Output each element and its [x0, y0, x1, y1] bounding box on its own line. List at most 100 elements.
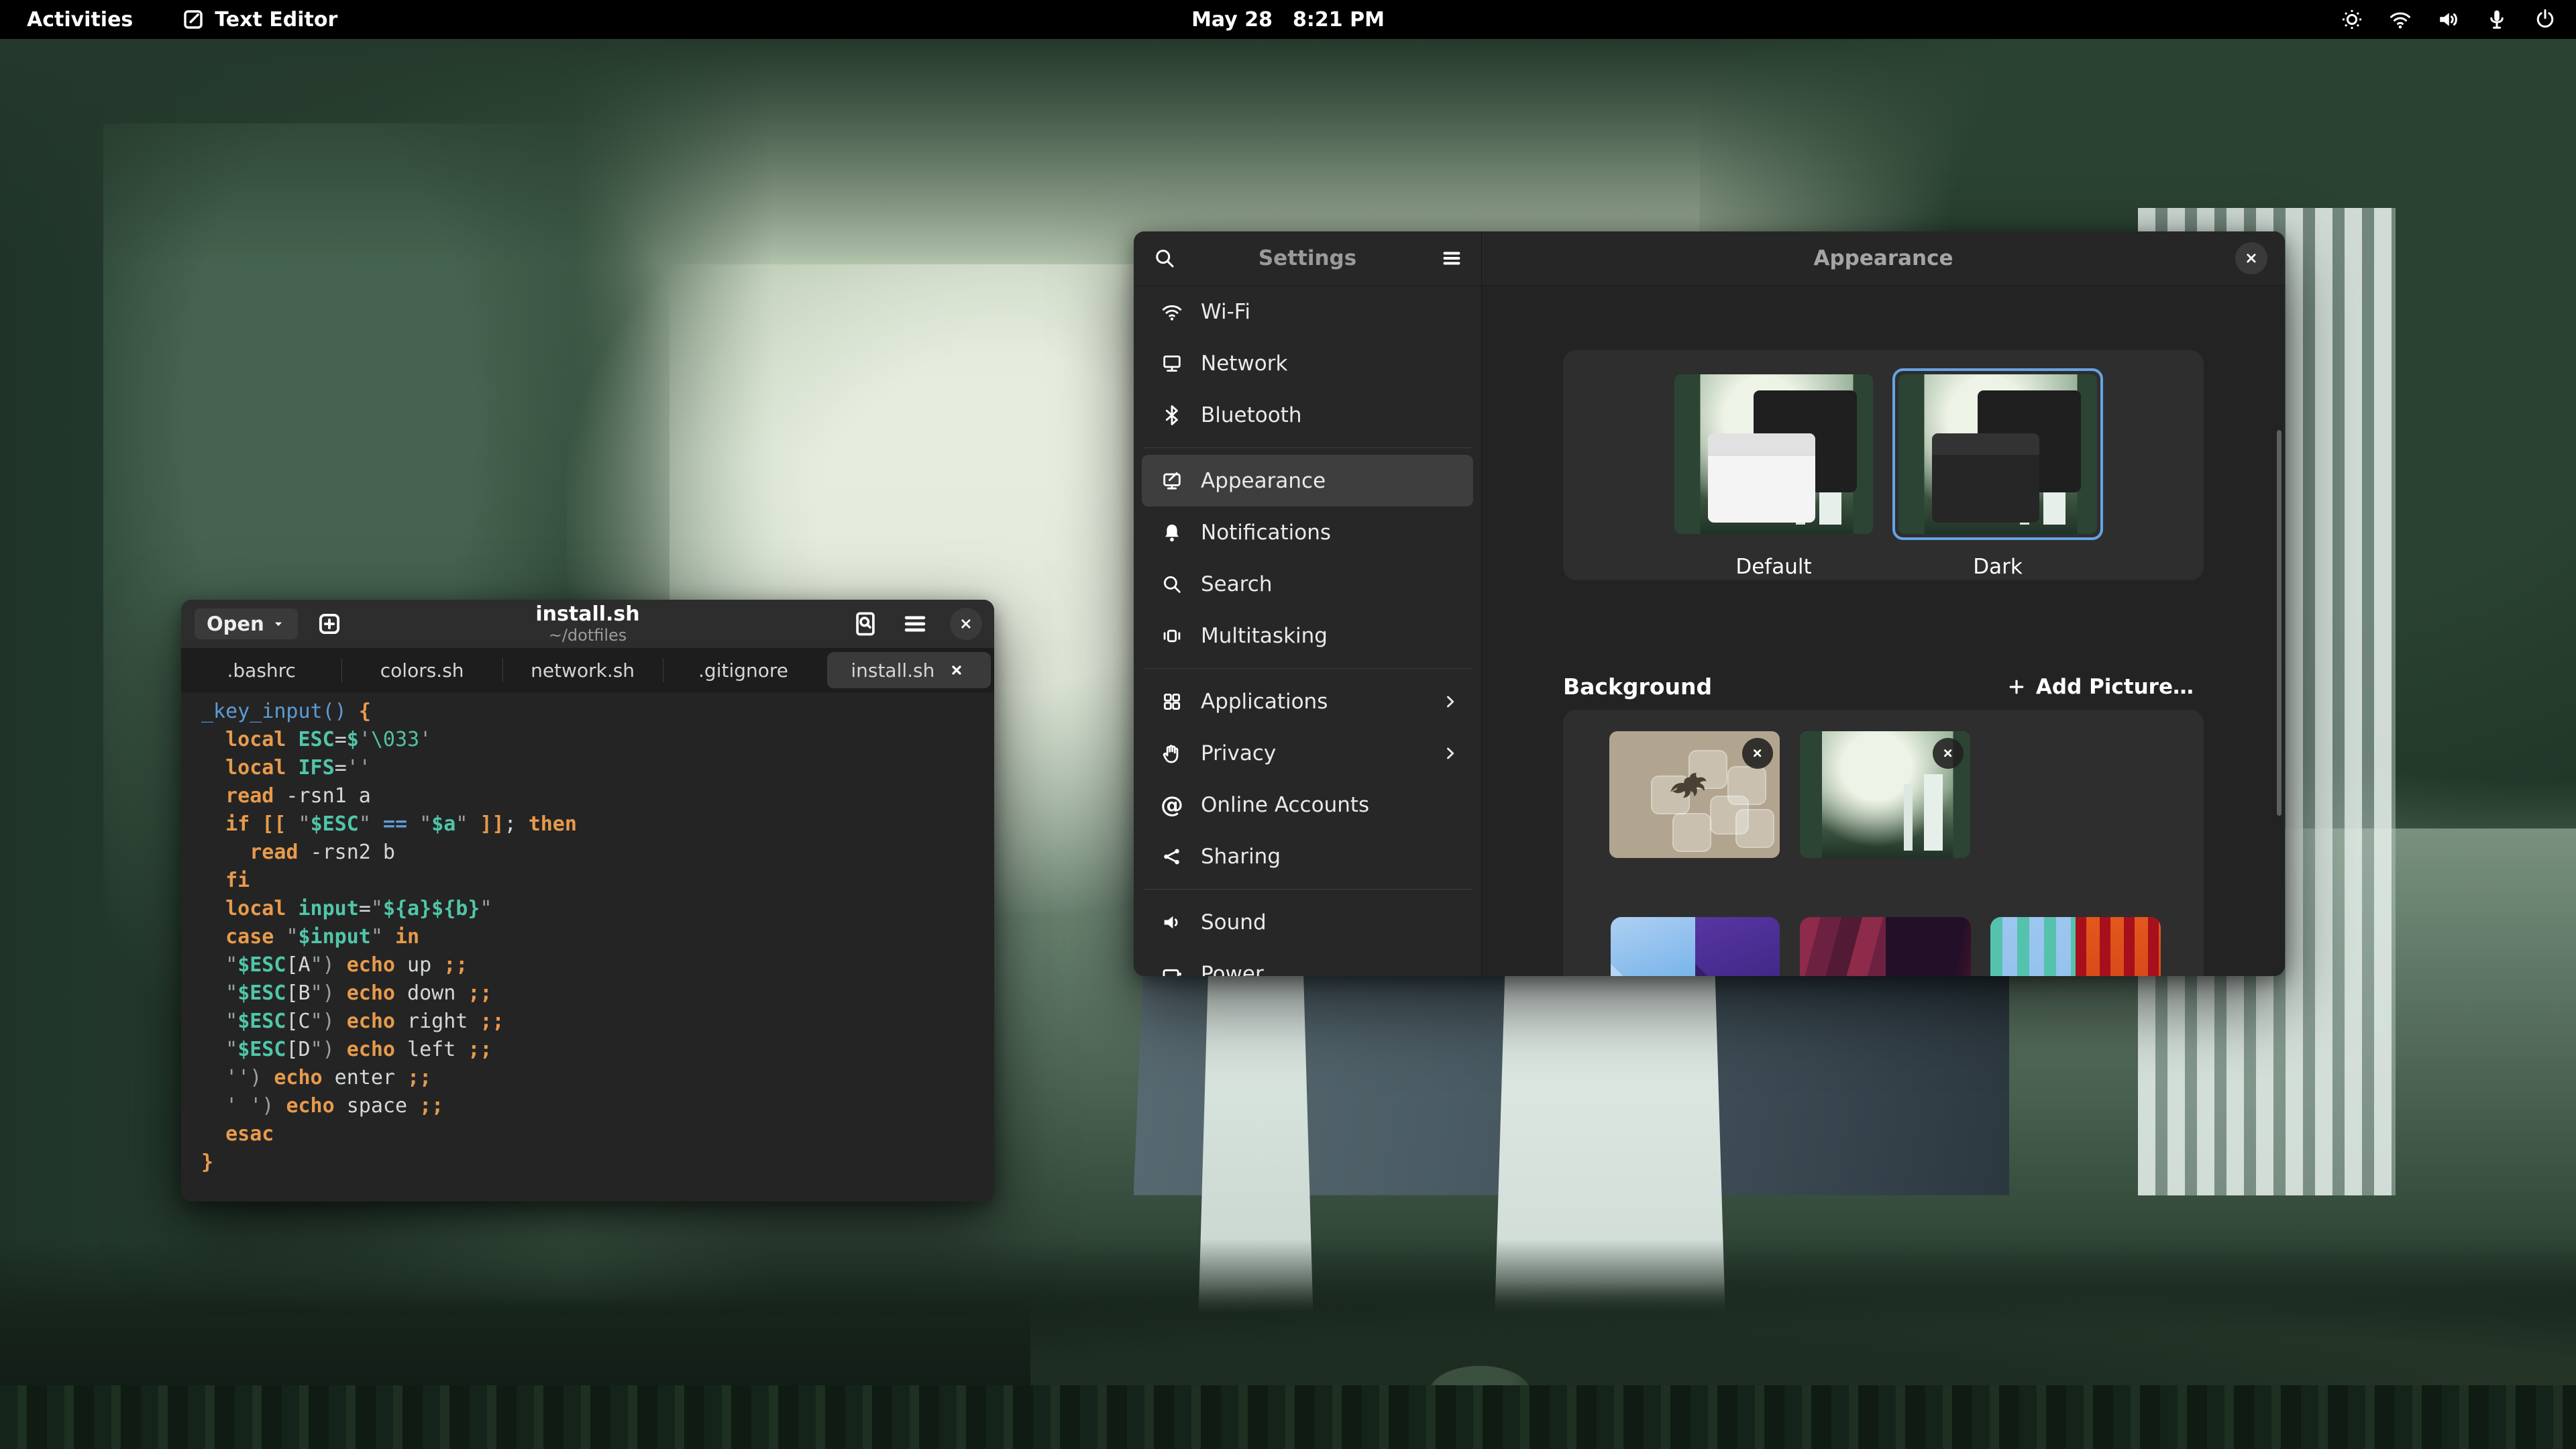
- style-option-dark[interactable]: Dark: [1892, 368, 2103, 579]
- settings-close-button[interactable]: [2235, 242, 2267, 274]
- tab-label: colors.sh: [380, 659, 464, 682]
- background-thumbnail-forest-waterfall[interactable]: [1800, 731, 1970, 858]
- document-path: ~/dotfiles: [535, 626, 639, 645]
- microphone-icon[interactable]: [2485, 7, 2509, 32]
- sidebar-item-sound[interactable]: Sound: [1142, 896, 1473, 948]
- desktop: Activities Text Editor May 28 8:21 PM Op…: [0, 0, 2576, 1449]
- edit-icon: [181, 7, 205, 32]
- sidebar-item-sharing[interactable]: Sharing: [1142, 830, 1473, 882]
- background-card: [1563, 710, 2204, 976]
- clock-time: 8:21 PM: [1293, 8, 1385, 32]
- settings-title: Settings: [1258, 246, 1356, 270]
- code-line: '') echo enter ;;: [201, 1064, 994, 1092]
- sidebar-item-power[interactable]: Power: [1142, 948, 1473, 976]
- open-button-label: Open: [207, 612, 264, 635]
- code-editor[interactable]: _key_input() { local ESC=$'\033' local I…: [181, 692, 994, 1201]
- code-line: ' ') echo space ;;: [201, 1092, 994, 1120]
- focused-app-label: Text Editor: [215, 8, 337, 32]
- close-icon: [950, 608, 982, 640]
- tab-close-icon[interactable]: [947, 660, 967, 680]
- code-line: fi: [201, 867, 994, 895]
- editor-tab-colors-sh[interactable]: colors.sh: [341, 649, 502, 692]
- background-thumbnail-blue-purple-geometric[interactable]: [1611, 917, 1780, 976]
- background-thumbnail-tiles-dragon[interactable]: [1609, 731, 1780, 858]
- sidebar-item-online-accounts[interactable]: @Online Accounts: [1142, 779, 1473, 830]
- style-thumbnail-default[interactable]: [1668, 368, 1879, 540]
- power-symbol-icon[interactable]: [2533, 7, 2557, 32]
- code-line: "$ESC[D") echo left ;;: [201, 1036, 994, 1064]
- sidebar-item-label: Wi-Fi: [1201, 300, 1250, 324]
- editor-close-button[interactable]: [950, 608, 982, 640]
- sidebar-item-label: Sharing: [1201, 845, 1281, 869]
- remove-background-button[interactable]: [1742, 738, 1773, 769]
- focused-app-button[interactable]: Text Editor: [172, 6, 347, 33]
- remove-background-button[interactable]: [1933, 738, 1964, 769]
- sidebar-item-bluetooth[interactable]: Bluetooth: [1142, 389, 1473, 441]
- primary-menu-icon[interactable]: [1440, 246, 1464, 270]
- sidebar-separator: [1143, 447, 1472, 448]
- bluetooth-icon: [1161, 404, 1183, 427]
- style-option-default[interactable]: Default: [1668, 368, 1879, 579]
- tab-label: .gitignore: [698, 659, 788, 682]
- panel-content: Style DefaultDark Background Add Picture…: [1482, 286, 2285, 976]
- code-line: local input="${a}${b}": [201, 895, 994, 923]
- sidebar-item-label: Appearance: [1201, 469, 1326, 493]
- sidebar-item-wi-fi[interactable]: Wi-Fi: [1142, 286, 1473, 337]
- network-icon: [1161, 352, 1183, 375]
- new-tab-button[interactable]: [315, 610, 343, 638]
- add-picture-button[interactable]: Add Picture…: [1997, 669, 2203, 704]
- wifi-icon[interactable]: [2388, 7, 2412, 32]
- editor-tab-bashrc[interactable]: .bashrc: [181, 649, 341, 692]
- editor-tab-bar: .bashrc colors.sh network.sh .gitignore inst…: [181, 649, 994, 692]
- style-thumbnail-dark[interactable]: [1892, 368, 2103, 540]
- sidebar-item-privacy[interactable]: Privacy: [1142, 727, 1473, 779]
- code-line: "$ESC[B") echo down ;;: [201, 979, 994, 1008]
- code-line: "$ESC[C") echo right ;;: [201, 1008, 994, 1036]
- wifi-icon: [1161, 301, 1183, 323]
- activities-label: Activities: [27, 8, 133, 32]
- sidebar-item-label: Bluetooth: [1201, 403, 1302, 427]
- sidebar-item-notifications[interactable]: Notifications: [1142, 506, 1473, 558]
- sidebar-item-appearance[interactable]: Appearance: [1142, 455, 1473, 506]
- privacy-icon: [1161, 742, 1183, 765]
- system-tray[interactable]: [2340, 7, 2557, 32]
- clock-date: May 28: [1191, 8, 1273, 32]
- settings-window: Settings Wi-Fi Network Bluetooth Appearance…: [1134, 231, 2285, 976]
- editor-tab-network-sh[interactable]: network.sh: [502, 649, 663, 692]
- sidebar-item-applications[interactable]: Applications: [1142, 676, 1473, 727]
- sidebar-headerbar: Settings: [1134, 231, 1481, 286]
- brightness-icon[interactable]: [2340, 7, 2364, 32]
- background-thumbnail-blue-orange-drips[interactable]: [1990, 917, 2161, 976]
- sidebar-separator: [1143, 668, 1472, 669]
- code-line: read -rsn1 a: [201, 782, 994, 810]
- sidebar-item-label: Search: [1201, 572, 1273, 596]
- background-heading: Background: [1563, 674, 1712, 700]
- menu-icon[interactable]: [900, 609, 930, 639]
- document-title: install.sh: [535, 603, 639, 627]
- sidebar-item-multitasking[interactable]: Multitasking: [1142, 610, 1473, 661]
- sidebar-item-label: Power: [1201, 962, 1264, 977]
- sidebar-item-search[interactable]: Search: [1142, 558, 1473, 610]
- style-option-label: Default: [1668, 555, 1879, 579]
- panel-scrollbar[interactable]: [2277, 430, 2282, 816]
- clock-button[interactable]: May 28 8:21 PM: [1191, 8, 1385, 32]
- open-button[interactable]: Open: [195, 608, 298, 639]
- background-thumbnail-maroon-red-waves[interactable]: [1800, 917, 1971, 976]
- code-line: if [[ "$ESC" == "$a" ]]; then: [201, 810, 994, 839]
- document-search-icon[interactable]: [851, 609, 880, 639]
- volume-icon[interactable]: [2436, 7, 2461, 32]
- style-card: Default Dark: [1563, 350, 2204, 580]
- style-option-label: Dark: [1892, 555, 2103, 579]
- sidebar-item-network[interactable]: Network: [1142, 337, 1473, 389]
- editor-tab-install-sh[interactable]: install.sh: [827, 652, 991, 688]
- sidebar-item-label: Multitasking: [1201, 624, 1328, 648]
- search-icon[interactable]: [1152, 246, 1177, 270]
- tab-label: .bashrc: [227, 659, 295, 682]
- activities-button[interactable]: Activities: [17, 7, 142, 33]
- code-line: local IFS='': [201, 754, 994, 782]
- editor-tab-gitignore[interactable]: .gitignore: [663, 649, 823, 692]
- close-icon: [2235, 242, 2267, 274]
- battery-icon: [1161, 963, 1183, 977]
- panel-headerbar: Appearance: [1482, 231, 2285, 286]
- sidebar-separator: [1143, 889, 1472, 890]
